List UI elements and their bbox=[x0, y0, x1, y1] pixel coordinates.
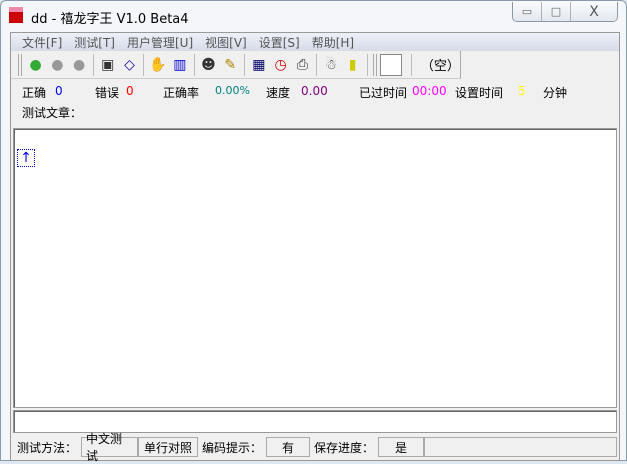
status-bar: 测试方法： 中文测试 单行对照 编码提示： 有 保存进度： 是 bbox=[13, 432, 617, 463]
error-value: 0 bbox=[126, 84, 134, 98]
correct-value: 0 bbox=[55, 84, 63, 98]
elapsed-label: 已过时间 bbox=[359, 86, 408, 100]
books-icon[interactable]: ▥ bbox=[170, 54, 190, 76]
gray-light-icon[interactable]: ● bbox=[48, 54, 68, 76]
set-time-value: 5 bbox=[518, 84, 526, 98]
text-cursor: ↑ bbox=[17, 149, 35, 167]
eraser-icon[interactable]: ◇ bbox=[120, 54, 140, 76]
status-empty-panel bbox=[424, 437, 617, 457]
app-icon bbox=[9, 7, 23, 23]
printer-icon[interactable]: ⎙ bbox=[292, 54, 312, 76]
hint-value: 有 bbox=[266, 437, 311, 457]
traffic-light-icon[interactable]: ● bbox=[26, 54, 46, 76]
hand-icon[interactable]: ✋ bbox=[148, 54, 168, 76]
menu-bar: 文件[F] 测试[T] 用户管理[U] 视图[V] 设置[S] 帮助[H] bbox=[11, 33, 619, 51]
article-label: 测试文章： bbox=[22, 106, 83, 120]
method-label: 测试方法： bbox=[17, 440, 78, 455]
toolbar: ● ● ● ▣ ◇ ✋ ▥ ☻ ✎ ▦ ◷ ⎙ ☃ ▮ （空） bbox=[11, 51, 461, 79]
user-icon[interactable]: ☻ bbox=[199, 54, 219, 76]
stats-panel: 正确 0 错误 0 正确率 0.00% 速度 0.00 已过时间 00:00 设… bbox=[11, 79, 619, 123]
correct-label: 正确 bbox=[22, 86, 47, 100]
client-area: 文件[F] 测试[T] 用户管理[U] 视图[V] 设置[S] 帮助[H] ● … bbox=[10, 32, 620, 463]
save-value: 是 bbox=[378, 437, 425, 457]
menu-file[interactable]: 文件[F] bbox=[16, 34, 68, 51]
mode-value: 单行对照 bbox=[138, 437, 199, 457]
app-window: dd - 禧龙字王 V1.0 Beta4 ▭ □ X 文件[F] 测试[T] 用… bbox=[0, 0, 627, 463]
menu-user[interactable]: 用户管理[U] bbox=[121, 34, 199, 51]
empty-label: （空） bbox=[420, 59, 460, 74]
article-text-area[interactable]: ↑ bbox=[13, 128, 617, 408]
maximize-button[interactable]: □ bbox=[542, 2, 571, 21]
menu-view[interactable]: 视图[V] bbox=[199, 34, 253, 51]
hint-label: 编码提示： bbox=[202, 440, 263, 455]
minimize-button[interactable]: ▭ bbox=[513, 2, 542, 21]
menu-settings[interactable]: 设置[S] bbox=[253, 34, 306, 51]
close-button[interactable]: X bbox=[571, 2, 617, 21]
exit-door-icon[interactable]: ▮ bbox=[343, 54, 363, 76]
save-label: 保存进度： bbox=[314, 440, 375, 455]
calendar-icon[interactable]: ▦ bbox=[249, 54, 269, 76]
toolbar-grip-2 bbox=[373, 53, 378, 76]
person-icon[interactable]: ☃ bbox=[321, 54, 341, 76]
title-bar: dd - 禧龙字王 V1.0 Beta4 ▭ □ X bbox=[1, 1, 626, 31]
rate-label: 正确率 bbox=[163, 86, 200, 100]
speed-value: 0.00 bbox=[301, 84, 328, 98]
color-box[interactable] bbox=[380, 53, 402, 76]
rate-value: 0.00% bbox=[215, 84, 250, 97]
gray-light-icon[interactable]: ● bbox=[69, 54, 89, 76]
elapsed-value: 00:00 bbox=[412, 84, 447, 98]
clock-icon[interactable]: ◷ bbox=[271, 54, 291, 76]
speed-label: 速度 bbox=[266, 86, 291, 100]
menu-help[interactable]: 帮助[H] bbox=[306, 34, 360, 51]
set-time-label: 设置时间 bbox=[455, 86, 504, 100]
save-disk-icon[interactable]: ▣ bbox=[98, 54, 118, 76]
method-value: 中文测试 bbox=[81, 432, 139, 463]
edit-icon[interactable]: ✎ bbox=[220, 54, 240, 76]
window-title: dd - 禧龙字王 V1.0 Beta4 bbox=[31, 12, 189, 27]
menu-test[interactable]: 测试[T] bbox=[68, 34, 121, 51]
error-label: 错误 bbox=[95, 86, 120, 100]
minutes-label: 分钟 bbox=[543, 86, 568, 100]
toolbar-grip[interactable] bbox=[18, 53, 22, 76]
